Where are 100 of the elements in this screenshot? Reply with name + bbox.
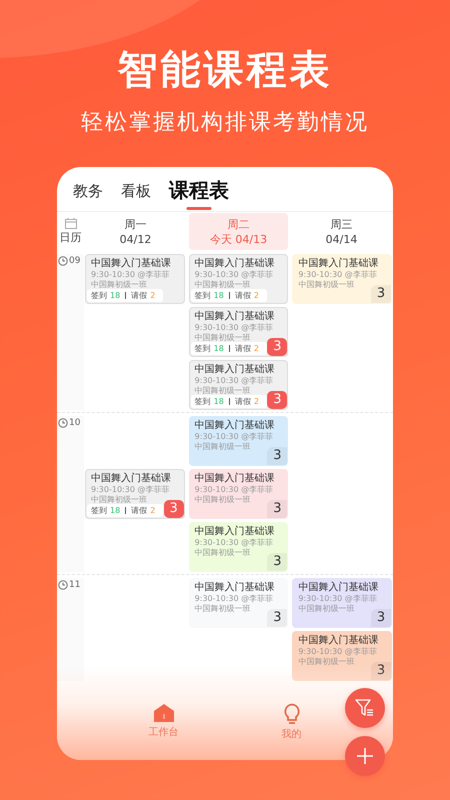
weekday-label: 周一 — [124, 216, 146, 232]
leave-label: 请假 — [234, 342, 251, 354]
calendar-icon[interactable] — [64, 218, 76, 229]
signin-label: 签到 — [91, 290, 107, 302]
class-name: 中国舞初级一班 — [298, 657, 356, 667]
nav-label: 我的 — [282, 728, 302, 742]
clock-icon — [58, 256, 68, 266]
course-title: 中国舞入门基础课 — [91, 472, 172, 485]
course-card[interactable]: 中国舞入门基础课 9:30-10:30 @李菲菲 中国舞初级一班 3 — [188, 578, 288, 628]
hero-subtitle: 轻松掌握机构排课考勤情况 — [81, 109, 369, 137]
course-card[interactable]: 中国舞入门基础课 9:30-10:30 @李菲菲 中国舞初级一班 签到 18 请假 2 — [85, 254, 185, 304]
course-title: 中国舞入门基础课 — [194, 363, 276, 376]
signin-count: 18 — [110, 290, 120, 302]
class-name: 中国舞初级一班 — [194, 442, 252, 452]
class-name: 中国舞初级一班 — [298, 280, 356, 290]
class-name: 中国舞初级一班 — [194, 386, 252, 396]
course-title: 中国舞入门基础课 — [91, 257, 172, 270]
tab[interactable]: 看板 — [121, 179, 151, 211]
hour-label: 09 — [69, 256, 80, 266]
course-card[interactable]: 中国舞入门基础课 9:30-10:30 @李菲菲 中国舞初级一班 签到 18 请假 2 3 — [188, 307, 288, 357]
course-card[interactable]: 中国舞入门基础课 9:30-10:30 @李菲菲 中国舞初级一班 签到 18 请假 2 — [188, 254, 288, 304]
add-icon — [356, 747, 374, 765]
weekday-label: 周二 — [228, 216, 250, 232]
add-button[interactable] — [345, 736, 385, 776]
count-badge: 3 — [164, 500, 184, 518]
count-badge: 3 — [267, 447, 288, 465]
nav-label: 工作台 — [148, 726, 178, 740]
lightbulb-icon — [282, 703, 300, 725]
leave-label: 请假 — [234, 290, 251, 302]
tab[interactable]: 课程表 — [169, 177, 229, 211]
calendar-label[interactable]: 日历 — [60, 230, 82, 245]
class-name: 中国舞初级一班 — [194, 333, 252, 343]
signin-label: 签到 — [194, 342, 211, 354]
date-label: 今天 04/13 — [210, 232, 268, 246]
count-badge: 3 — [267, 391, 288, 409]
leave-count: 2 — [150, 504, 156, 516]
filter-icon — [355, 699, 375, 717]
class-name: 中国舞初级一班 — [194, 604, 252, 614]
course-time: 9:30-10:30 @李菲菲 — [194, 485, 274, 495]
signin-count: 18 — [214, 290, 224, 302]
course-title: 中国舞入门基础课 — [298, 634, 380, 647]
tab[interactable]: 教务 — [73, 179, 103, 211]
weekday-label: 周三 — [330, 216, 352, 232]
count-badge: 3 — [267, 500, 288, 518]
class-name: 中国舞初级一班 — [194, 548, 252, 558]
hour-label: 11 — [69, 580, 80, 590]
course-time: 9:30-10:30 @李菲菲 — [298, 270, 378, 280]
leave-count: 2 — [254, 290, 259, 302]
course-card[interactable]: 中国舞入门基础课 9:30-10:30 @李菲菲 中国舞初级一班 3 — [188, 522, 288, 572]
course-time: 9:30-10:30 @李菲菲 — [194, 432, 274, 442]
hour-label: 10 — [69, 418, 80, 428]
course-time: 9:30-10:30 @李菲菲 — [91, 270, 170, 280]
leave-count: 2 — [150, 290, 156, 302]
count-badge: 3 — [371, 609, 392, 627]
hero-title: 智能课程表 — [118, 46, 332, 95]
clock-icon — [58, 418, 68, 428]
signin-label: 签到 — [194, 396, 211, 408]
course-time: 9:30-10:30 @李菲菲 — [194, 594, 274, 604]
course-time: 9:30-10:30 @李菲菲 — [298, 594, 378, 604]
course-title: 中国舞入门基础课 — [194, 419, 276, 432]
signin-label: 签到 — [194, 290, 211, 302]
course-card[interactable]: 中国舞入门基础课 9:30-10:30 @李菲菲 中国舞初级一班 签到 18 请假 2 3 — [188, 360, 288, 410]
course-card[interactable]: 中国舞入门基础课 9:30-10:30 @李菲菲 中国舞初级一班 3 — [188, 416, 288, 466]
course-title: 中国舞入门基础课 — [194, 257, 276, 270]
class-name: 中国舞初级一班 — [194, 495, 252, 505]
count-badge: 3 — [267, 609, 288, 627]
course-title: 中国舞入门基础课 — [194, 472, 276, 485]
course-time: 9:30-10:30 @李菲菲 — [194, 270, 274, 280]
count-badge: 3 — [267, 338, 288, 356]
class-name: 中国舞初级一班 — [298, 604, 356, 614]
course-title: 中国舞入门基础课 — [298, 581, 380, 594]
signin-count: 18 — [214, 342, 224, 354]
signin-label: 签到 — [91, 504, 107, 516]
course-time: 9:30-10:30 @李菲菲 — [194, 376, 274, 386]
clock-icon — [58, 580, 68, 590]
day-header[interactable]: 周一 04/12 — [86, 213, 185, 250]
count-badge: 3 — [371, 285, 392, 303]
leave-label: 请假 — [234, 396, 251, 408]
class-name: 中国舞初级一班 — [194, 280, 252, 290]
signin-count: 18 — [214, 396, 224, 408]
course-card[interactable]: 中国舞入门基础课 9:30-10:30 @李菲菲 中国舞初级一班 3 — [292, 578, 392, 628]
course-time: 9:30-10:30 @李菲菲 — [298, 647, 378, 657]
signin-count: 18 — [110, 504, 120, 516]
class-name: 中国舞初级一班 — [91, 495, 148, 505]
leave-count: 2 — [254, 396, 259, 408]
course-title: 中国舞入门基础课 — [298, 257, 380, 270]
course-time: 9:30-10:30 @李菲菲 — [194, 538, 274, 548]
course-card[interactable]: 中国舞入门基础课 9:30-10:30 @李菲菲 中国舞初级一班 3 — [292, 631, 392, 681]
course-card[interactable]: 中国舞入门基础课 9:30-10:30 @李菲菲 中国舞初级一班 签到 18 请假 2 3 — [85, 469, 185, 519]
day-header[interactable]: 周三 04/14 — [292, 213, 391, 250]
leave-label: 请假 — [131, 290, 148, 302]
course-card[interactable]: 中国舞入门基础课 9:30-10:30 @李菲菲 中国舞初级一班 3 — [188, 469, 288, 519]
course-title: 中国舞入门基础课 — [194, 525, 276, 538]
leave-label: 请假 — [131, 504, 148, 516]
count-badge: 3 — [267, 553, 288, 571]
home-icon — [152, 703, 174, 723]
course-time: 9:30-10:30 @李菲菲 — [194, 323, 274, 333]
course-title: 中国舞入门基础课 — [194, 581, 276, 594]
course-card[interactable]: 中国舞入门基础课 9:30-10:30 @李菲菲 中国舞初级一班 3 — [292, 254, 392, 304]
class-name: 中国舞初级一班 — [91, 280, 148, 290]
